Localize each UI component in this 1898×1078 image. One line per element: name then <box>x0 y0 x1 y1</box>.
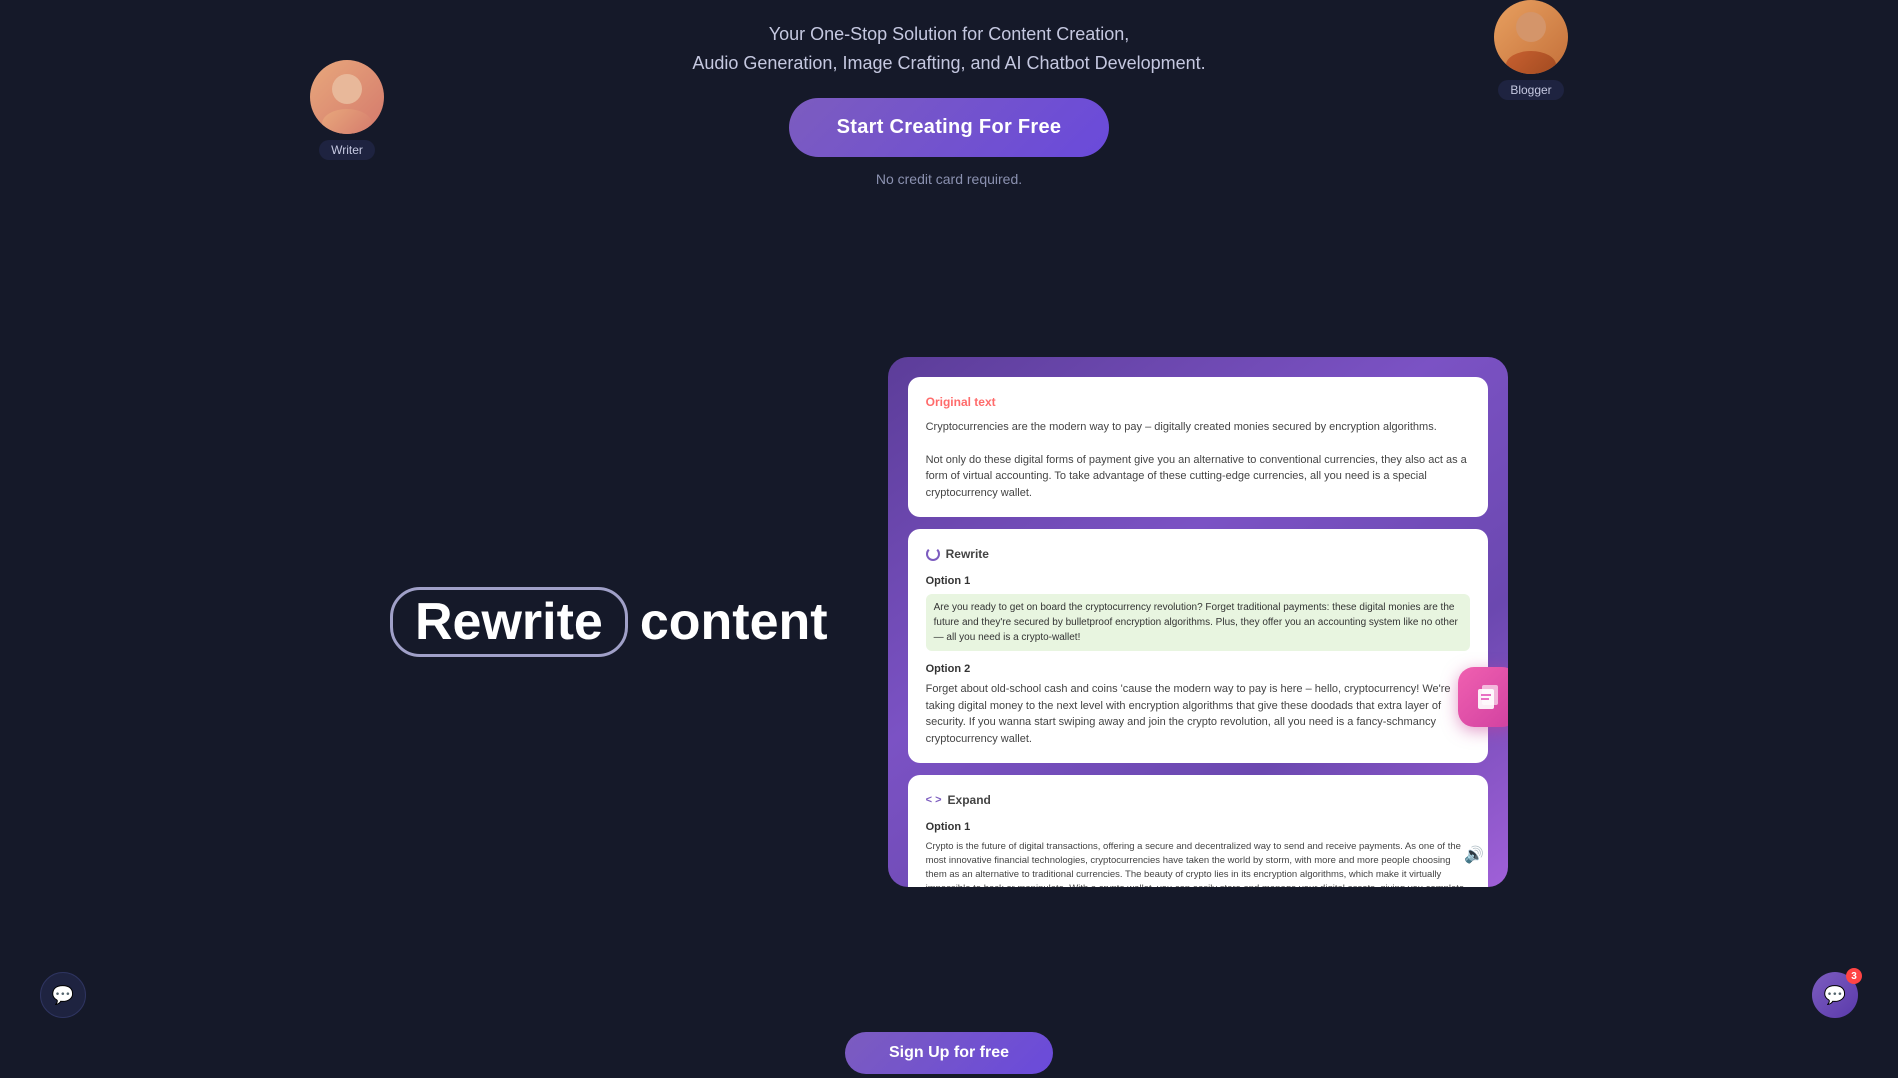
floating-copy-icon <box>1458 667 1508 727</box>
chat-widget-right[interactable]: 💬 3 <box>1812 972 1858 1018</box>
rewrite-card: Rewrite Option 1 Are you ready to get on… <box>908 529 1488 763</box>
hero-text: Rewrite content <box>390 587 828 657</box>
option2-label: Option 2 <box>926 661 1470 678</box>
expand-option1-text: Crypto is the future of digital transact… <box>926 840 1470 887</box>
volume-icon: 🔊 <box>1464 845 1484 865</box>
blogger-avatar <box>1494 0 1568 74</box>
hero-headline: Rewrite content <box>390 587 828 657</box>
original-text-card: Original text Cryptocurrencies are the m… <box>908 377 1488 518</box>
chat-bubble-icon: 💬 <box>52 985 74 1006</box>
expand-card: < > Expand Option 1 Crypto is the future… <box>908 775 1488 887</box>
no-credit-text: No credit card required. <box>876 171 1022 187</box>
writer-label: Writer <box>319 140 375 160</box>
rewrite-card-title-row: Rewrite <box>926 545 1470 563</box>
demo-panel: Original text Cryptocurrencies are the m… <box>888 357 1508 887</box>
tagline: Your One-Stop Solution for Content Creat… <box>692 20 1205 78</box>
hero-content-word: content <box>640 592 828 652</box>
rewrite-card-title: Rewrite <box>946 545 989 563</box>
rewrite-highlighted-word: Rewrite <box>390 587 628 657</box>
start-creating-button[interactable]: Start Creating For Free <box>789 98 1110 157</box>
bottom-bar: Sign Up for free <box>0 1028 1898 1078</box>
expand-card-title: Expand <box>948 791 991 809</box>
refresh-icon <box>926 547 940 561</box>
original-text-body2: Not only do these digital forms of payme… <box>926 452 1470 502</box>
expand-option1-label: Option 1 <box>926 819 1470 836</box>
option2-text: Forget about old-school cash and coins '… <box>926 681 1470 747</box>
option1-text: Are you ready to get on board the crypto… <box>926 594 1470 651</box>
chat-icon-right: 💬 <box>1824 985 1846 1006</box>
original-text-title: Original text <box>926 393 1470 411</box>
signup-button[interactable]: Sign Up for free <box>845 1032 1053 1074</box>
expand-code-icon: < > <box>926 792 942 809</box>
blogger-avatar-container: Blogger <box>1494 0 1568 100</box>
writer-avatar-container: Writer <box>310 60 384 160</box>
option1-label: Option 1 <box>926 573 1470 590</box>
copy-document-icon <box>1472 681 1504 713</box>
notification-badge: 3 <box>1846 968 1862 984</box>
expand-card-title-row: < > Expand <box>926 791 1470 809</box>
writer-avatar <box>310 60 384 134</box>
top-section: Your One-Stop Solution for Content Creat… <box>0 0 1898 187</box>
main-area: Rewrite content Original text Cryptocurr… <box>390 215 1508 1028</box>
chat-widget-left[interactable]: 💬 <box>40 972 86 1018</box>
blogger-label: Blogger <box>1498 80 1563 100</box>
original-text-body1: Cryptocurrencies are the modern way to p… <box>926 419 1470 436</box>
